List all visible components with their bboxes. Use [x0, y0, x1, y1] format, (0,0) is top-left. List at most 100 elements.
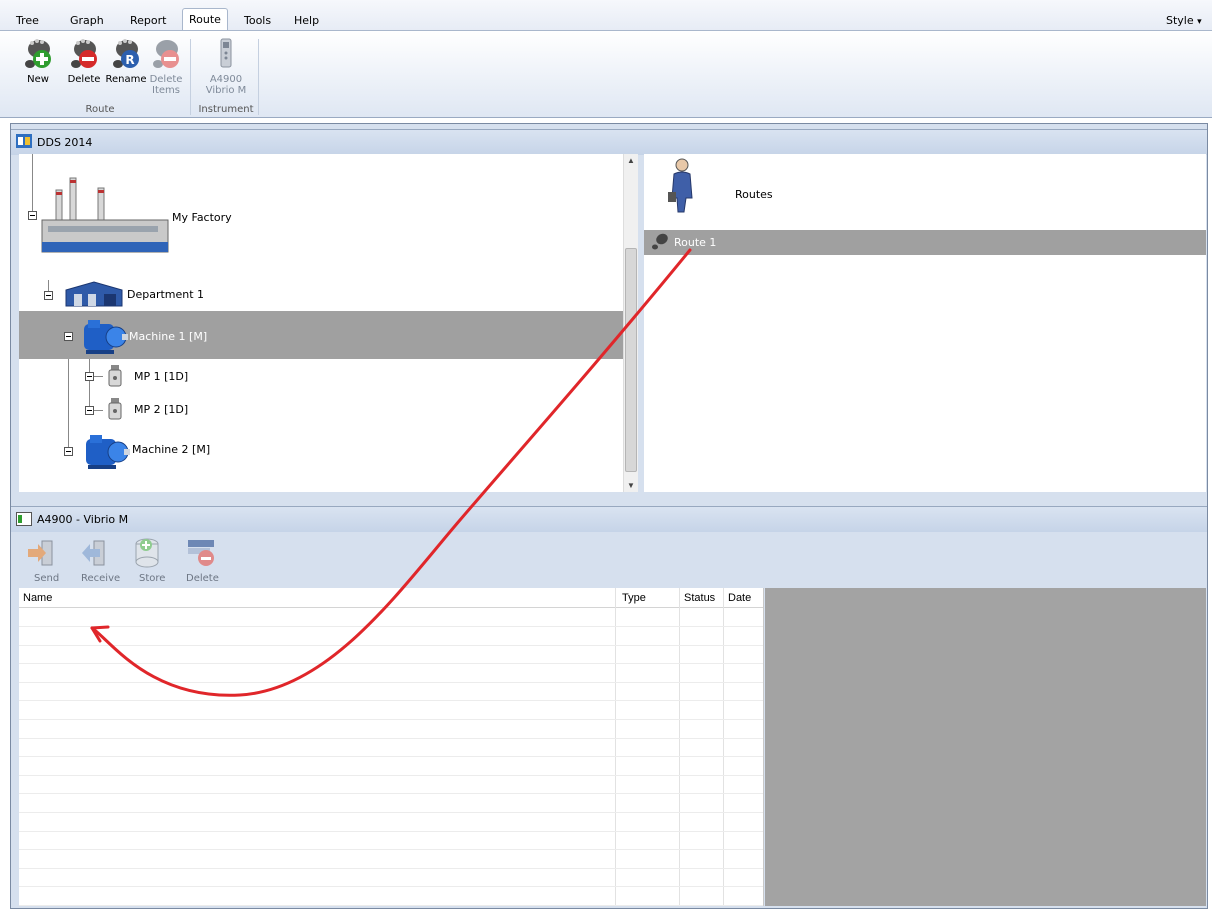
- rename-route-button[interactable]: R Rename: [104, 37, 148, 85]
- dds-app-icon: [16, 134, 32, 148]
- motor-icon: [86, 435, 130, 469]
- svg-text:R: R: [125, 53, 134, 67]
- routes-header: Routes: [735, 188, 773, 201]
- store-icon[interactable]: [132, 536, 162, 568]
- instrument-panel-title-bar: A4900 - Vibrio M: [11, 506, 1207, 532]
- grid-header: Name Type Status Date: [19, 588, 764, 608]
- table-row[interactable]: [19, 775, 763, 795]
- receive-icon[interactable]: [78, 538, 108, 568]
- route-item-1[interactable]: Route 1: [674, 236, 716, 249]
- tree-node-machine1[interactable]: Machine 1 [M]: [129, 330, 207, 343]
- footprint-delete-icon: [71, 39, 97, 68]
- preview-area: [765, 588, 1206, 906]
- table-row[interactable]: [19, 813, 763, 832]
- tab-graph[interactable]: Graph: [64, 11, 110, 30]
- expander-machine2[interactable]: [64, 447, 73, 456]
- table-row[interactable]: [19, 627, 763, 646]
- tree-panel-title: DDS 2014: [37, 136, 93, 149]
- table-row[interactable]: [19, 664, 763, 683]
- ribbon-separator: [190, 39, 191, 115]
- tree-line: [32, 154, 33, 216]
- instrument-button[interactable]: A4900 Vibrio M: [196, 37, 256, 96]
- footprint-icon: [652, 233, 668, 250]
- table-row[interactable]: [19, 868, 763, 888]
- instrument-label-2: Vibrio M: [205, 85, 247, 96]
- delete-label: Delete: [67, 74, 101, 85]
- rename-label: Rename: [105, 74, 147, 85]
- store-label: Store: [139, 573, 166, 584]
- expander-machine1[interactable]: [64, 332, 73, 341]
- expander-mp1[interactable]: [85, 372, 94, 381]
- tree-panel-title-bar: DDS 2014: [11, 129, 1207, 155]
- new-route-button[interactable]: New: [18, 37, 58, 85]
- instrument-group-label: Instrument: [198, 104, 254, 115]
- tab-route[interactable]: Route: [182, 8, 228, 31]
- table-row[interactable]: [19, 794, 763, 813]
- footprint-delete-items-icon: [153, 40, 179, 68]
- delete-items-button[interactable]: Delete Items: [146, 37, 186, 96]
- expander-mp2[interactable]: [85, 406, 94, 415]
- tree-line: [89, 350, 90, 412]
- footprint-rename-icon: R: [113, 39, 139, 68]
- footprint-add-icon: [25, 39, 51, 68]
- table-row[interactable]: [19, 757, 763, 776]
- chevron-down-icon: ▾: [1197, 17, 1202, 27]
- route-row-selected[interactable]: [644, 230, 1206, 255]
- sensor-icon: [108, 365, 122, 387]
- new-label: New: [27, 74, 49, 85]
- tree-node-factory[interactable]: My Factory: [172, 211, 232, 224]
- ribbon-separator: [258, 39, 259, 115]
- vibration-meter-icon: [220, 38, 232, 68]
- motor-icon: [84, 320, 128, 354]
- menu-bar: Tree Graph Report Route Tools Help Style…: [0, 0, 1212, 31]
- ribbon: New Delete R Rename Delete Items Route A…: [0, 30, 1212, 118]
- table-row[interactable]: [19, 850, 763, 869]
- tab-report[interactable]: Report: [124, 11, 172, 30]
- column-divider: [763, 588, 764, 906]
- table-row[interactable]: [19, 608, 763, 627]
- table-row[interactable]: [19, 887, 763, 906]
- scroll-down-icon[interactable]: ▼: [626, 481, 636, 490]
- tree-node-machine2[interactable]: Machine 2 [M]: [132, 443, 210, 456]
- send-label: Send: [34, 573, 60, 584]
- delete-items-label-1: Delete: [149, 74, 183, 85]
- routes-view[interactable]: [644, 154, 1206, 492]
- expander-factory[interactable]: [28, 211, 37, 220]
- receive-label: Receive: [81, 573, 121, 584]
- route-group-label: Route: [85, 104, 115, 115]
- column-status[interactable]: Status: [684, 592, 715, 604]
- expander-department[interactable]: [44, 291, 53, 300]
- delete-label: Delete: [186, 573, 219, 584]
- instrument-label-1: A4900: [209, 74, 243, 85]
- delete-route-button[interactable]: Delete: [64, 37, 104, 85]
- table-row[interactable]: [19, 831, 763, 851]
- delete-items-label-2: Items: [152, 85, 180, 96]
- column-date[interactable]: Date: [728, 592, 751, 604]
- scrollbar-thumb[interactable]: [625, 248, 637, 472]
- sensor-icon: [108, 398, 122, 420]
- instrument-window-icon: [16, 512, 32, 526]
- table-row[interactable]: [19, 645, 763, 665]
- table-row[interactable]: [19, 738, 763, 758]
- table-row[interactable]: [19, 720, 763, 739]
- style-menu[interactable]: Style ▾: [1160, 11, 1208, 30]
- tree-node-mp1[interactable]: MP 1 [1D]: [134, 370, 188, 383]
- department-icon: [65, 281, 123, 307]
- column-name[interactable]: Name: [23, 592, 52, 604]
- delete-data-icon[interactable]: [186, 538, 216, 568]
- tab-tree[interactable]: Tree: [10, 11, 45, 30]
- tree-node-mp2[interactable]: MP 2 [1D]: [134, 403, 188, 416]
- tab-tools[interactable]: Tools: [238, 11, 277, 30]
- table-row[interactable]: [19, 701, 763, 720]
- instrument-panel-title: A4900 - Vibrio M: [37, 513, 129, 526]
- table-row[interactable]: [19, 682, 763, 702]
- scroll-up-icon[interactable]: ▲: [626, 156, 636, 165]
- style-label: Style: [1166, 14, 1194, 27]
- column-type[interactable]: Type: [622, 592, 646, 604]
- factory-icon: [41, 177, 169, 253]
- send-icon[interactable]: [26, 538, 56, 568]
- walking-worker-icon: [668, 158, 693, 213]
- tree-node-department[interactable]: Department 1: [127, 288, 204, 301]
- tree-scrollbar[interactable]: ▲ ▼: [623, 154, 638, 492]
- tab-help[interactable]: Help: [288, 11, 325, 30]
